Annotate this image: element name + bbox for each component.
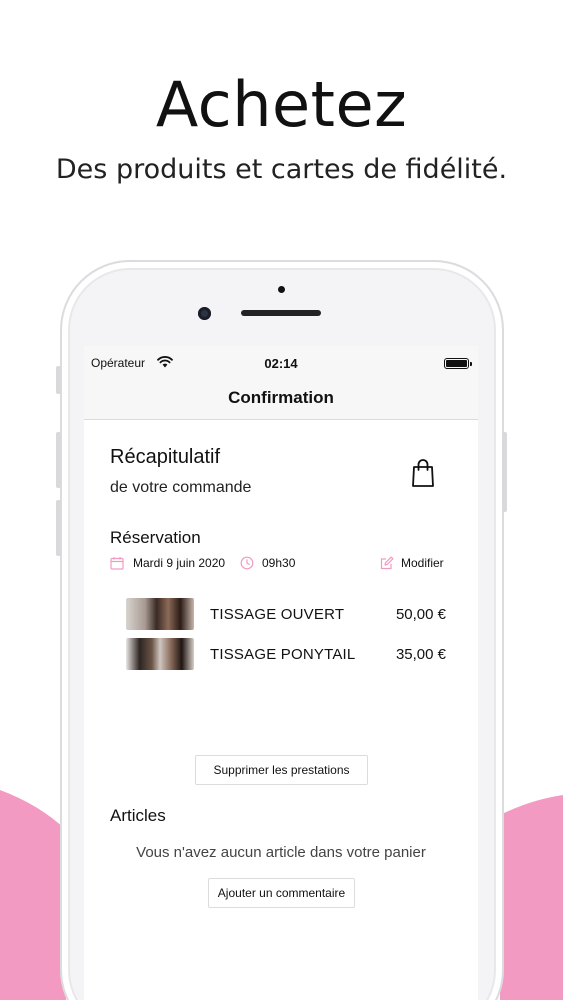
reservation-time: 09h30 xyxy=(262,556,296,570)
reservation-date: Mardi 9 juin 2020 xyxy=(133,556,226,570)
service-row: TISSAGE PONYTAIL 35,00 € xyxy=(126,638,446,672)
summary-title: Récapitulatif xyxy=(110,446,221,468)
service-thumbnail xyxy=(126,598,194,630)
remove-services-button[interactable]: Supprimer les prestations xyxy=(195,755,368,785)
articles-title: Articles xyxy=(110,806,166,825)
battery-icon xyxy=(444,358,472,369)
service-thumbnail xyxy=(126,638,194,670)
calendar-icon xyxy=(110,557,124,570)
clock-icon xyxy=(240,556,254,570)
phone-camera xyxy=(198,307,211,320)
status-bar: Opérateur 02:14 xyxy=(84,346,478,380)
edit-label: Modifier xyxy=(401,556,444,570)
service-name: TISSAGE OUVERT xyxy=(210,606,345,623)
phone-volume-down xyxy=(56,500,61,556)
add-comment-button[interactable]: Ajouter un commentaire xyxy=(208,878,355,908)
edit-reservation-button[interactable]: Modifier xyxy=(380,554,450,572)
reservation-title: Réservation xyxy=(110,528,201,547)
promo-subline: Des produits et cartes de fidélité. xyxy=(55,154,508,185)
nav-bar: Confirmation xyxy=(84,380,478,420)
service-price: 50,00 € xyxy=(395,606,446,623)
phone-power-button xyxy=(502,432,507,512)
service-price: 35,00 € xyxy=(395,646,446,663)
edit-icon xyxy=(380,556,394,570)
summary-subtitle: de votre commande xyxy=(110,479,252,496)
service-name: TISSAGE PONYTAIL xyxy=(210,646,356,663)
phone-speaker xyxy=(241,310,321,316)
phone-volume-up xyxy=(56,432,61,488)
app-screen: Opérateur 02:14 Confirmation Récapitulat… xyxy=(84,346,478,1000)
phone-sensor xyxy=(278,286,285,293)
status-time: 02:14 xyxy=(264,356,298,371)
page-title: Confirmation xyxy=(228,388,334,407)
promo-headline: Achetez xyxy=(155,68,408,141)
phone-mute-switch xyxy=(56,366,61,394)
shopping-bag-icon[interactable] xyxy=(411,458,435,488)
empty-cart-message: Vous n'avez aucun article dans votre pan… xyxy=(136,844,426,861)
service-row: TISSAGE OUVERT 50,00 € xyxy=(126,598,446,632)
